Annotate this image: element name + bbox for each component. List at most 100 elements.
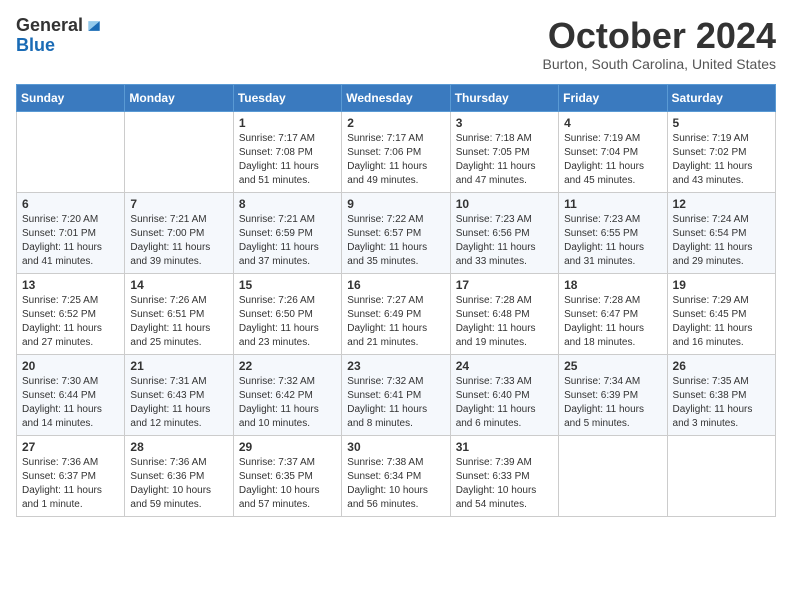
calendar-cell: 17 Sunrise: 7:28 AM Sunset: 6:48 PM Dayli… [450,273,558,354]
location-text: Burton, South Carolina, United States [543,56,776,72]
day-number: 23 [347,359,444,373]
day-info: Sunrise: 7:36 AM Sunset: 6:37 PM Dayligh… [22,456,119,512]
day-number: 20 [22,359,119,373]
calendar-cell: 24 Sunrise: 7:33 AM Sunset: 6:40 PM Dayli… [450,354,558,435]
calendar-week-4: 20 Sunrise: 7:30 AM Sunset: 6:44 PM Dayli… [17,354,776,435]
day-info: Sunrise: 7:25 AM Sunset: 6:52 PM Dayligh… [22,294,119,350]
calendar-cell: 9 Sunrise: 7:22 AM Sunset: 6:57 PM Daylig… [342,192,450,273]
day-number: 19 [673,278,770,292]
day-number: 17 [456,278,553,292]
calendar-cell: 13 Sunrise: 7:25 AM Sunset: 6:52 PM Dayli… [17,273,125,354]
day-info: Sunrise: 7:18 AM Sunset: 7:05 PM Dayligh… [456,132,553,188]
calendar-week-2: 6Sunrise: 7:20 AM Sunset: 7:01 PM Daylig… [17,192,776,273]
calendar-cell: 8 Sunrise: 7:21 AM Sunset: 6:59 PM Daylig… [233,192,341,273]
calendar-cell: 29 Sunrise: 7:37 AM Sunset: 6:35 PM Dayli… [233,435,341,516]
day-number: 22 [239,359,336,373]
calendar-cell: 3 Sunrise: 7:18 AM Sunset: 7:05 PM Daylig… [450,111,558,192]
page-header: General Blue October 2024 Burton, South … [16,16,776,72]
calendar-cell: 18 Sunrise: 7:28 AM Sunset: 6:47 PM Dayli… [559,273,667,354]
day-number: 10 [456,197,553,211]
day-info: Sunrise: 7:33 AM Sunset: 6:40 PM Dayligh… [456,375,553,431]
day-info: Sunrise: 7:32 AM Sunset: 6:42 PM Dayligh… [239,375,336,431]
weekday-header-sunday: Sunday [17,84,125,111]
calendar-cell: 31 Sunrise: 7:39 AM Sunset: 6:33 PM Dayli… [450,435,558,516]
calendar-cell: 10 Sunrise: 7:23 AM Sunset: 6:56 PM Dayli… [450,192,558,273]
calendar-cell: 26 Sunrise: 7:35 AM Sunset: 6:38 PM Dayli… [667,354,775,435]
calendar-cell: 2 Sunrise: 7:17 AM Sunset: 7:06 PM Daylig… [342,111,450,192]
calendar-cell: 15 Sunrise: 7:26 AM Sunset: 6:50 PM Dayli… [233,273,341,354]
day-info: Sunrise: 7:36 AM Sunset: 6:36 PM Dayligh… [130,456,227,512]
calendar-cell [17,111,125,192]
weekday-header-thursday: Thursday [450,84,558,111]
calendar-cell: 11 Sunrise: 7:23 AM Sunset: 6:55 PM Dayli… [559,192,667,273]
day-info: Sunrise: 7:17 AM Sunset: 7:06 PM Dayligh… [347,132,444,188]
month-title: October 2024 [543,16,776,56]
weekday-header-monday: Monday [125,84,233,111]
weekday-header-saturday: Saturday [667,84,775,111]
calendar-cell: 7 Sunrise: 7:21 AM Sunset: 7:00 PM Daylig… [125,192,233,273]
day-number: 4 [564,116,661,130]
day-info: Sunrise: 7:22 AM Sunset: 6:57 PM Dayligh… [347,213,444,269]
day-number: 31 [456,440,553,454]
day-info: Sunrise: 7:19 AM Sunset: 7:04 PM Dayligh… [564,132,661,188]
calendar-cell: 1Sunrise: 7:17 AM Sunset: 7:08 PM Daylig… [233,111,341,192]
day-number: 12 [673,197,770,211]
weekday-header-friday: Friday [559,84,667,111]
day-info: Sunrise: 7:23 AM Sunset: 6:55 PM Dayligh… [564,213,661,269]
calendar-cell: 19 Sunrise: 7:29 AM Sunset: 6:45 PM Dayli… [667,273,775,354]
calendar-cell: 5 Sunrise: 7:19 AM Sunset: 7:02 PM Daylig… [667,111,775,192]
day-number: 7 [130,197,227,211]
weekday-header-tuesday: Tuesday [233,84,341,111]
day-info: Sunrise: 7:28 AM Sunset: 6:47 PM Dayligh… [564,294,661,350]
calendar-cell: 21Sunrise: 7:31 AM Sunset: 6:43 PM Dayli… [125,354,233,435]
day-info: Sunrise: 7:19 AM Sunset: 7:02 PM Dayligh… [673,132,770,188]
day-number: 25 [564,359,661,373]
day-info: Sunrise: 7:30 AM Sunset: 6:44 PM Dayligh… [22,375,119,431]
calendar-week-5: 27 Sunrise: 7:36 AM Sunset: 6:37 PM Dayli… [17,435,776,516]
day-number: 3 [456,116,553,130]
day-number: 24 [456,359,553,373]
day-number: 29 [239,440,336,454]
day-info: Sunrise: 7:21 AM Sunset: 7:00 PM Dayligh… [130,213,227,269]
day-number: 30 [347,440,444,454]
day-number: 11 [564,197,661,211]
day-number: 18 [564,278,661,292]
weekday-header-wednesday: Wednesday [342,84,450,111]
day-info: Sunrise: 7:28 AM Sunset: 6:48 PM Dayligh… [456,294,553,350]
day-number: 8 [239,197,336,211]
calendar-cell [667,435,775,516]
day-info: Sunrise: 7:17 AM Sunset: 7:08 PM Dayligh… [239,132,336,188]
day-info: Sunrise: 7:37 AM Sunset: 6:35 PM Dayligh… [239,456,336,512]
calendar-cell [125,111,233,192]
day-info: Sunrise: 7:20 AM Sunset: 7:01 PM Dayligh… [22,213,119,269]
day-info: Sunrise: 7:29 AM Sunset: 6:45 PM Dayligh… [673,294,770,350]
day-number: 9 [347,197,444,211]
calendar-cell [559,435,667,516]
calendar-cell: 12 Sunrise: 7:24 AM Sunset: 6:54 PM Dayli… [667,192,775,273]
weekday-header-row: SundayMondayTuesdayWednesdayThursdayFrid… [17,84,776,111]
day-info: Sunrise: 7:23 AM Sunset: 6:56 PM Dayligh… [456,213,553,269]
day-number: 15 [239,278,336,292]
day-number: 27 [22,440,119,454]
calendar-cell: 27 Sunrise: 7:36 AM Sunset: 6:37 PM Dayli… [17,435,125,516]
day-info: Sunrise: 7:35 AM Sunset: 6:38 PM Dayligh… [673,375,770,431]
day-info: Sunrise: 7:39 AM Sunset: 6:33 PM Dayligh… [456,456,553,512]
day-number: 13 [22,278,119,292]
calendar-cell: 4 Sunrise: 7:19 AM Sunset: 7:04 PM Daylig… [559,111,667,192]
day-number: 26 [673,359,770,373]
logo: General Blue [16,16,103,56]
calendar-cell: 23 Sunrise: 7:32 AM Sunset: 6:41 PM Dayli… [342,354,450,435]
day-info: Sunrise: 7:32 AM Sunset: 6:41 PM Dayligh… [347,375,444,431]
day-number: 2 [347,116,444,130]
calendar-cell: 28Sunrise: 7:36 AM Sunset: 6:36 PM Dayli… [125,435,233,516]
day-number: 5 [673,116,770,130]
logo-general-text: General [16,16,83,36]
day-info: Sunrise: 7:21 AM Sunset: 6:59 PM Dayligh… [239,213,336,269]
calendar-cell: 30Sunrise: 7:38 AM Sunset: 6:34 PM Dayli… [342,435,450,516]
logo-icon [85,19,103,33]
calendar-week-1: 1Sunrise: 7:17 AM Sunset: 7:08 PM Daylig… [17,111,776,192]
day-info: Sunrise: 7:26 AM Sunset: 6:50 PM Dayligh… [239,294,336,350]
calendar-table: SundayMondayTuesdayWednesdayThursdayFrid… [16,84,776,517]
calendar-cell: 25Sunrise: 7:34 AM Sunset: 6:39 PM Dayli… [559,354,667,435]
day-info: Sunrise: 7:24 AM Sunset: 6:54 PM Dayligh… [673,213,770,269]
